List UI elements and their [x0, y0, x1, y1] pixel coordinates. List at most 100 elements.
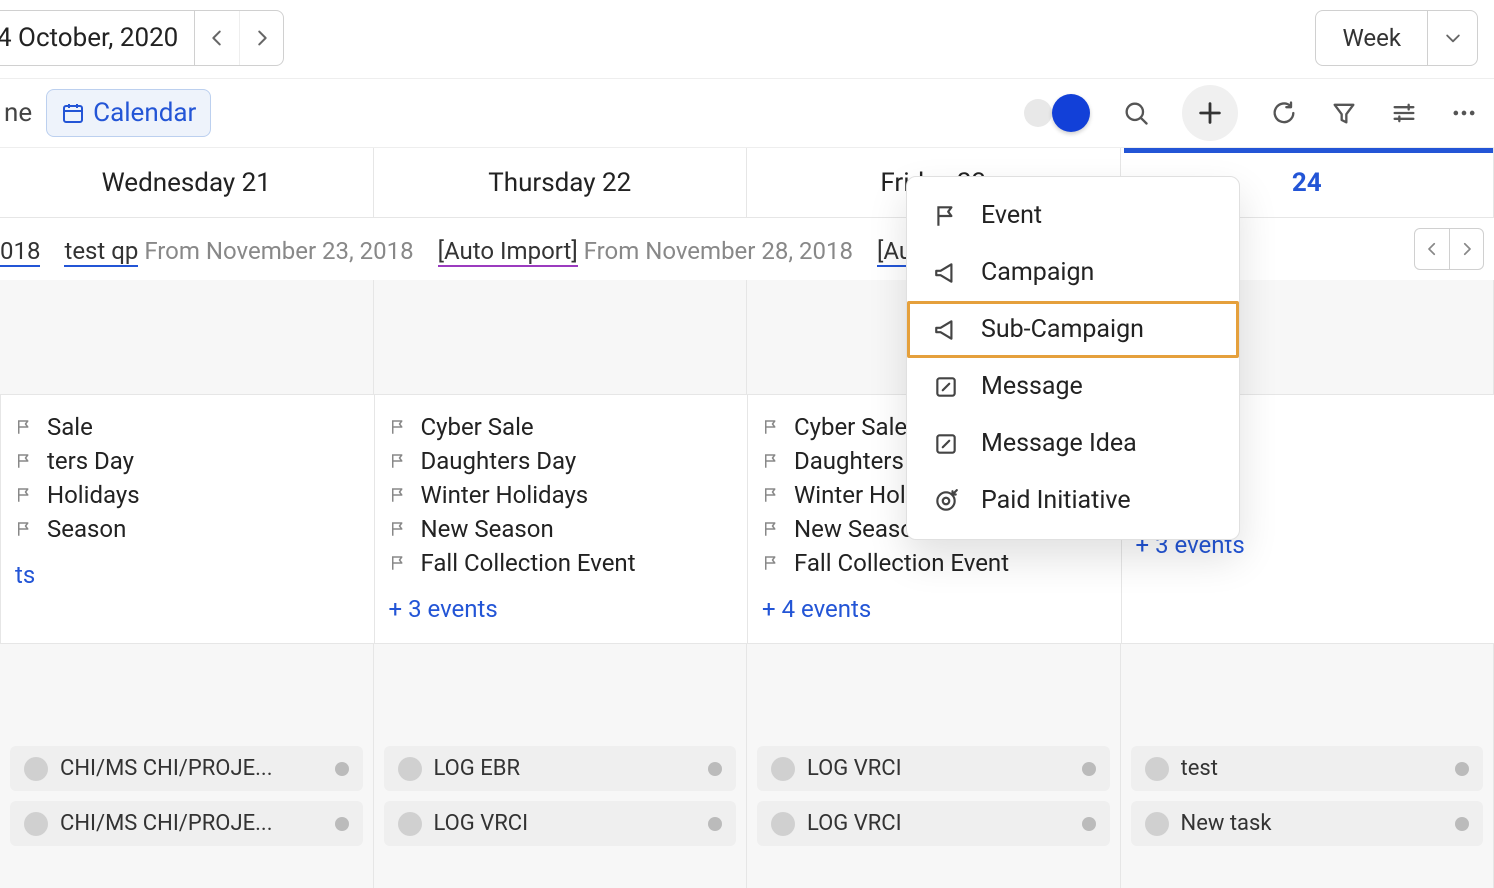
avatar [398, 757, 422, 781]
task-item[interactable]: CHI/MS CHI/PROJE... [10, 746, 363, 791]
flag-icon [15, 486, 33, 504]
view-toolbar: ne Calendar [0, 78, 1494, 148]
more-events-link[interactable]: + 3 events [389, 595, 734, 623]
calendar-icon [61, 101, 85, 125]
crumb-item[interactable]: test qp From November 23, 2018 [64, 237, 413, 265]
settings-icon[interactable] [1390, 99, 1418, 127]
filter-icon[interactable] [1330, 99, 1358, 127]
event-cards: Sale ters Day Holidays Season ts Cyber Sale D… [0, 394, 1494, 644]
day-header[interactable]: Thursday 22 [374, 148, 748, 217]
toolbar [1024, 85, 1478, 141]
task-item[interactable]: LOG VRCI [757, 746, 1110, 791]
menu-item-event[interactable]: Event [907, 187, 1239, 244]
flag-icon [15, 520, 33, 538]
flag-icon [389, 486, 407, 504]
status-dot [335, 762, 349, 776]
chevron-down-icon [1427, 11, 1477, 65]
event-item[interactable]: Cyber Sale [389, 413, 734, 441]
crumb-nav [1414, 228, 1484, 270]
event-item[interactable]: Daughters Day [389, 447, 734, 475]
task-column: test New task [1121, 740, 1494, 862]
crumb-prev-button[interactable] [1415, 229, 1449, 269]
view-tabs: ne Calendar [0, 89, 211, 137]
event-item[interactable]: Fall Collection Event [389, 549, 734, 577]
more-events-link[interactable]: + 4 events [762, 595, 1107, 623]
avatar [24, 812, 48, 836]
task-column: CHI/MS CHI/PROJE... CHI/MS CHI/PROJE... [0, 740, 374, 862]
next-period-button[interactable] [239, 11, 283, 65]
event-item[interactable]: Holidays [15, 481, 360, 509]
date-label: 4 October, 2020 [0, 23, 194, 53]
status-dot [335, 817, 349, 831]
task-item[interactable]: LOG VRCI [384, 801, 737, 846]
event-item[interactable]: New Season [389, 515, 734, 543]
flag-icon [762, 452, 780, 470]
status-dot [1455, 817, 1469, 831]
task-column: LOG EBR LOG VRCI [374, 740, 748, 862]
search-icon[interactable] [1122, 99, 1150, 127]
view-toggle[interactable] [1024, 94, 1090, 132]
tab-timeline[interactable]: ne [0, 89, 46, 137]
megaphone-icon [933, 260, 959, 286]
menu-item-paid-initiative[interactable]: Paid Initiative [907, 472, 1239, 529]
event-item[interactable]: Winter Holidays [389, 481, 734, 509]
menu-item-sub-campaign[interactable]: Sub-Campaign [907, 301, 1239, 358]
more-icon[interactable] [1450, 99, 1478, 127]
task-rows: CHI/MS CHI/PROJE...CHI/MS CHI/PROJE...LO… [0, 740, 1494, 862]
avatar [1145, 757, 1169, 781]
day-card: Sale ters Day Holidays Season ts [0, 394, 375, 644]
megaphone-icon [933, 317, 959, 343]
menu-item-campaign[interactable]: Campaign [907, 244, 1239, 301]
crumb-item[interactable]: 018 [0, 237, 40, 265]
avatar [771, 757, 795, 781]
tab-calendar[interactable]: Calendar [46, 89, 211, 137]
flag-icon [389, 554, 407, 572]
menu-item-message[interactable]: Message [907, 358, 1239, 415]
flag-icon [389, 452, 407, 470]
refresh-icon[interactable] [1270, 99, 1298, 127]
crumb-next-button[interactable] [1449, 229, 1483, 269]
flag-icon [762, 418, 780, 436]
target-icon [933, 488, 959, 514]
more-events-link[interactable]: ts [15, 561, 360, 589]
flag-icon [389, 520, 407, 538]
flag-icon [762, 554, 780, 572]
flag-icon [389, 418, 407, 436]
edit-icon [933, 374, 959, 400]
day-header[interactable]: Wednesday 21 [0, 148, 374, 217]
flag-icon [15, 418, 33, 436]
day-card: Cyber Sale Daughters Day Winter Holidays Ne… [374, 394, 749, 644]
avatar [1145, 812, 1169, 836]
event-item[interactable]: ters Day [15, 447, 360, 475]
task-item[interactable]: CHI/MS CHI/PROJE... [10, 801, 363, 846]
avatar [771, 812, 795, 836]
event-item[interactable]: Sale [15, 413, 360, 441]
event-item[interactable]: Season [15, 515, 360, 543]
flag-icon [762, 486, 780, 504]
status-dot [1082, 817, 1096, 831]
menu-item-message-idea[interactable]: Message Idea [907, 415, 1239, 472]
status-dot [708, 817, 722, 831]
tab-calendar-label: Calendar [93, 98, 196, 128]
status-dot [708, 762, 722, 776]
add-button[interactable] [1182, 85, 1238, 141]
event-item[interactable]: Fall Collection Event [762, 549, 1107, 577]
avatar [398, 812, 422, 836]
crumb-item[interactable]: [Auto Import] From November 28, 2018 [438, 237, 853, 265]
range-select[interactable]: Week [1315, 10, 1478, 66]
edit-icon [933, 431, 959, 457]
task-column: LOG VRCI LOG VRCI [747, 740, 1121, 862]
task-item[interactable]: New task [1131, 801, 1484, 846]
toggle-off-knob [1024, 99, 1052, 127]
task-item[interactable]: LOG EBR [384, 746, 737, 791]
flag-icon [15, 452, 33, 470]
avatar [24, 757, 48, 781]
flag-icon [933, 203, 959, 229]
day-headers: Wednesday 21Thursday 22Friday 2324 [0, 148, 1494, 218]
task-item[interactable]: test [1131, 746, 1484, 791]
task-item[interactable]: LOG VRCI [757, 801, 1110, 846]
add-menu: EventCampaignSub-CampaignMessageMessage … [906, 176, 1240, 540]
date-nav [194, 11, 283, 65]
prev-period-button[interactable] [195, 11, 239, 65]
toggle-on-knob [1052, 94, 1090, 132]
